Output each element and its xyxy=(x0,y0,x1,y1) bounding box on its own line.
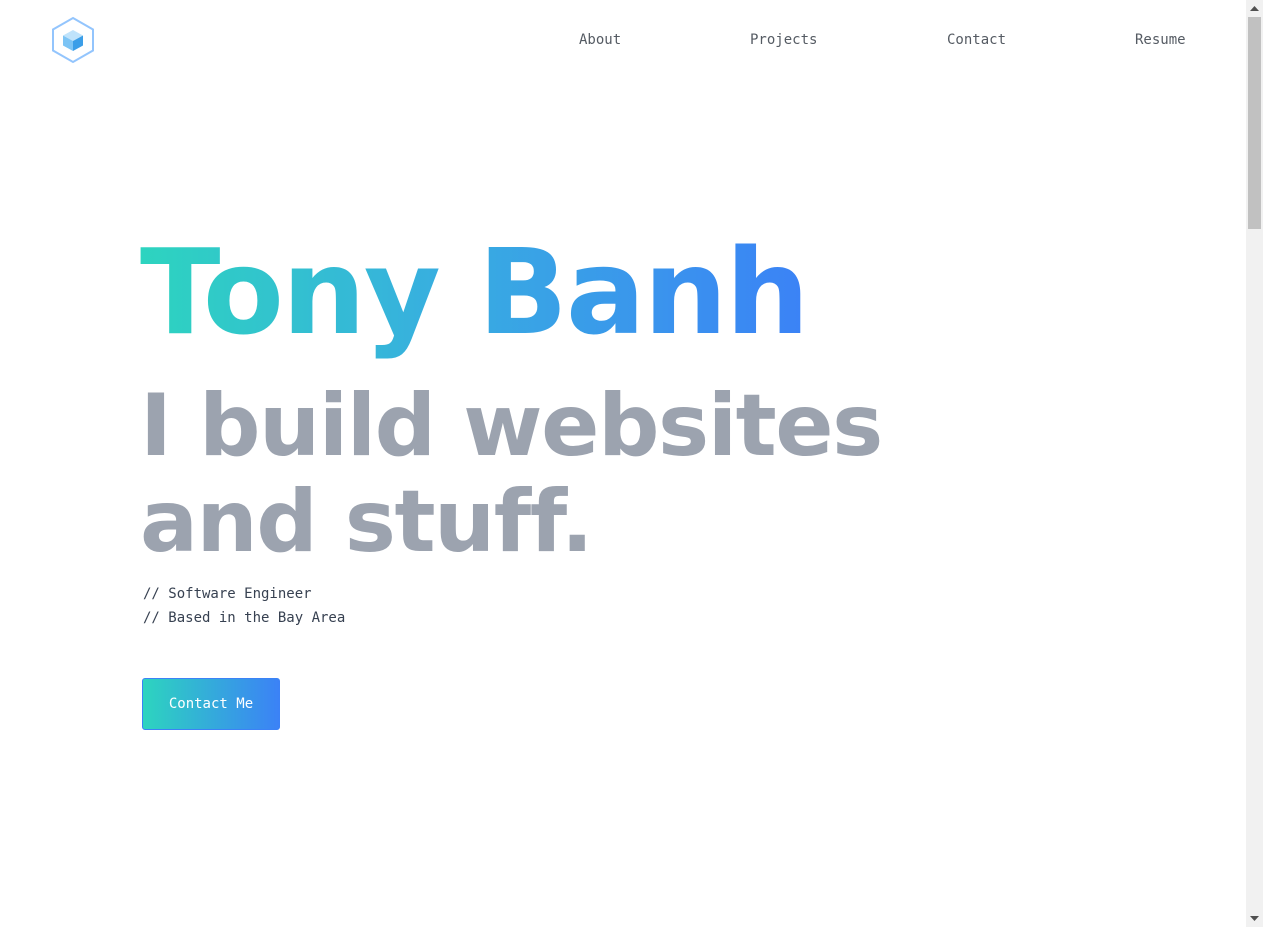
scroll-down-arrow-icon[interactable] xyxy=(1246,910,1263,927)
nav-resume-link[interactable]: Resume xyxy=(1135,30,1186,50)
vertical-scrollbar[interactable] xyxy=(1246,0,1263,927)
nav-contact-link[interactable]: Contact xyxy=(947,30,1006,50)
page: About Projects Contact Resume Tony Banh … xyxy=(0,0,1246,927)
role-line: // Software Engineer xyxy=(143,586,312,602)
logo-icon[interactable] xyxy=(50,16,96,64)
location-line: // Based in the Bay Area xyxy=(143,610,346,626)
hero-tagline: I build websites and stuff. xyxy=(140,376,883,572)
scroll-up-arrow-icon[interactable] xyxy=(1246,0,1263,17)
scrollbar-thumb[interactable] xyxy=(1248,17,1261,229)
nav-about-link[interactable]: About xyxy=(579,30,621,50)
nav-projects-link[interactable]: Projects xyxy=(750,30,817,50)
contact-me-button[interactable]: Contact Me xyxy=(142,678,280,730)
hero-name: Tony Banh xyxy=(140,223,809,361)
